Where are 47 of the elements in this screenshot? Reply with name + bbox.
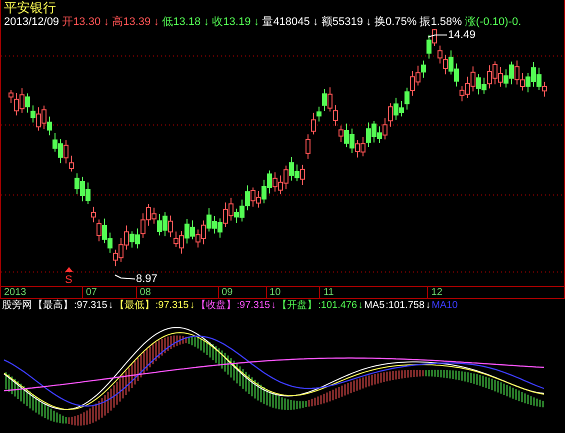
low-price-label: 8.97	[136, 273, 158, 285]
quote-field: 高13.39	[112, 15, 151, 29]
down-arrow: ↓	[108, 299, 114, 313]
quote-field: 低13.18	[162, 15, 201, 29]
axis-label: 10	[266, 287, 320, 298]
up-arrow-icon	[65, 267, 73, 272]
indicator-value: :97.315	[155, 299, 189, 313]
quote-field: 量418045	[262, 15, 310, 29]
axis-label: 07	[82, 287, 137, 298]
down-arrow: ↓	[204, 15, 210, 29]
indicator-label: MA10	[432, 299, 458, 313]
quote-field: 开13.30	[62, 15, 101, 29]
indicator-value: :101.476	[318, 299, 358, 313]
indicator-label: 【最低】	[114, 299, 154, 313]
sell-signal-label: S	[65, 274, 72, 286]
quote-date: 2013/12/09	[4, 15, 60, 29]
high-price-label: 14.49	[448, 29, 476, 41]
axis-label: 11	[320, 287, 428, 298]
quote-field: 额55319	[321, 15, 363, 29]
indicator-value: :97.315	[236, 299, 270, 313]
indicator-label: 【最高】	[33, 299, 73, 313]
quote-field: 涨(-0.10)-0.	[464, 15, 522, 29]
axis-label: 2013	[1, 287, 83, 298]
quote-field: 收13.19	[212, 15, 251, 29]
down-arrow: ↓	[312, 15, 318, 29]
indicator-label: 【收盘】	[196, 299, 236, 313]
indicator-name: 股旁网	[2, 299, 32, 313]
down-arrow: ↓	[154, 15, 160, 29]
down-arrow: ↓	[104, 15, 110, 29]
down-arrow: ↓	[358, 299, 364, 313]
indicator-label: 【开盘】	[277, 299, 318, 313]
down-arrow: ↓	[366, 15, 372, 29]
stock-name: 平安银行	[4, 0, 56, 15]
quote-field: 换0.75%	[374, 15, 417, 29]
indicator-label: MA5	[364, 299, 385, 313]
down-arrow: ↓	[271, 299, 276, 313]
axis-label: 08	[136, 287, 219, 298]
indicator-value: :97.315	[74, 299, 108, 313]
axis-label: 12	[428, 287, 565, 298]
leader-line	[114, 274, 136, 280]
quote-field: 振1.58%	[420, 15, 462, 29]
leader-line	[428, 34, 448, 38]
down-arrow: ↓	[426, 299, 431, 313]
axis-label: 09	[218, 287, 267, 298]
down-arrow: ↓	[254, 15, 260, 29]
indicator-value: :101.758	[386, 299, 425, 313]
down-arrow: ↓	[190, 299, 195, 313]
